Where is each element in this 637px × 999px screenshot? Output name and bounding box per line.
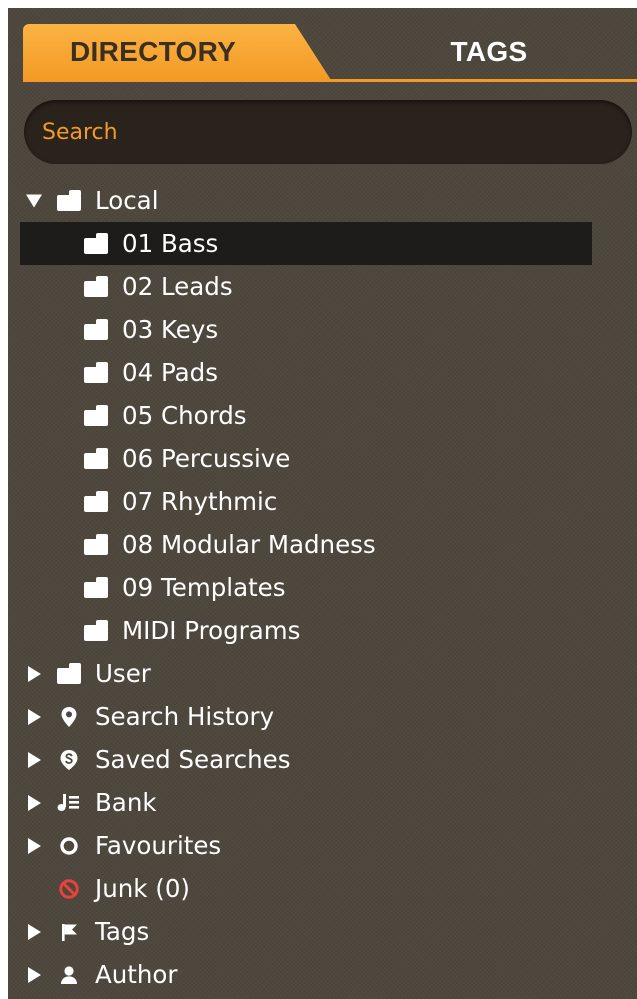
tree-item-label: 06 Percussive (122, 444, 291, 473)
folder-icon (83, 533, 109, 556)
tree-item-label: MIDI Programs (122, 616, 301, 645)
tree-item-02-leads[interactable]: 02 Leads (8, 265, 637, 308)
folder-icon (83, 361, 109, 384)
search-input[interactable] (24, 100, 632, 164)
tree-item-label: 01 Bass (122, 229, 219, 258)
bank-icon (56, 792, 82, 814)
tree-item-label: Favourites (95, 831, 222, 860)
expand-arrow-right-icon[interactable] (28, 794, 41, 811)
folder-icon (83, 490, 109, 513)
expand-arrow-right-icon[interactable] (28, 837, 41, 854)
tree-item-midi-programs[interactable]: MIDI Programs (8, 609, 637, 652)
folder-icon (83, 576, 109, 599)
folder-icon (83, 318, 109, 341)
tree-item-search-history[interactable]: Search History (8, 695, 637, 738)
tree-item-author[interactable]: Author (8, 953, 637, 996)
person-icon (56, 964, 82, 986)
tree-item-local[interactable]: Local (8, 179, 637, 222)
tree-item-08-modular-madness[interactable]: 08 Modular Madness (8, 523, 637, 566)
directory-tree: Local 01 Bass 02 Leads 03 Keys 04 Pads 0… (8, 179, 637, 996)
folder-icon (83, 232, 109, 255)
tree-item-label: Search History (95, 702, 275, 731)
tree-item-label: Junk (0) (95, 874, 190, 903)
tab-tags[interactable]: TAGS (341, 24, 637, 80)
tree-item-bank[interactable]: Bank (8, 781, 637, 824)
tree-item-07-rhythmic[interactable]: 07 Rhythmic (8, 480, 637, 523)
tree-item-user[interactable]: User (8, 652, 637, 695)
expand-arrow-right-icon[interactable] (28, 751, 41, 768)
folder-icon (83, 619, 109, 642)
folder-icon (56, 189, 82, 212)
folder-icon (83, 404, 109, 427)
tree-item-label: 02 Leads (122, 272, 233, 301)
tree-item-09-templates[interactable]: 09 Templates (8, 566, 637, 609)
tree-item-saved-searches[interactable]: Saved Searches (8, 738, 637, 781)
tree-item-label: Author (95, 960, 178, 989)
tree-item-01-bass[interactable]: 01 Bass (8, 222, 637, 265)
tree-item-label: 09 Templates (122, 573, 286, 602)
tree-item-06-percussive[interactable]: 06 Percussive (8, 437, 637, 480)
tab-underline (23, 79, 637, 82)
expand-arrow-down-icon[interactable] (26, 194, 42, 207)
prohibited-icon (56, 878, 82, 900)
tab-bar: DIRECTORY TAGS (23, 24, 637, 84)
tree-item-label: Saved Searches (95, 745, 291, 774)
saved-search-icon (56, 749, 82, 771)
expand-arrow-right-icon[interactable] (28, 665, 41, 682)
expand-arrow-right-icon[interactable] (28, 708, 41, 725)
tree-item-label: Tags (95, 917, 150, 946)
tree-item-label: 03 Keys (122, 315, 219, 344)
tree-item-05-chords[interactable]: 05 Chords (8, 394, 637, 437)
location-pin-icon (56, 706, 82, 728)
folder-icon (83, 275, 109, 298)
folder-icon (83, 447, 109, 470)
tree-item-label: Bank (95, 788, 157, 817)
circle-icon (56, 835, 82, 857)
tree-item-label: Local (95, 186, 159, 215)
tree-item-junk[interactable]: Junk (0) (8, 867, 637, 910)
tree-item-tags[interactable]: Tags (8, 910, 637, 953)
tree-item-label: 05 Chords (122, 401, 247, 430)
folder-icon (56, 662, 82, 685)
tree-item-03-keys[interactable]: 03 Keys (8, 308, 637, 351)
tree-item-label: User (95, 659, 151, 688)
flag-icon (56, 921, 82, 943)
tree-item-04-pads[interactable]: 04 Pads (8, 351, 637, 394)
tree-item-label: 08 Modular Madness (122, 530, 376, 559)
expand-arrow-right-icon[interactable] (28, 966, 41, 983)
expand-arrow-right-icon[interactable] (28, 923, 41, 940)
tree-item-label: 07 Rhythmic (122, 487, 278, 516)
tree-item-favourites[interactable]: Favourites (8, 824, 637, 867)
browser-panel: DIRECTORY TAGS Local 01 Bass 02 Leads 03… (8, 8, 637, 999)
tree-item-label: 04 Pads (122, 358, 218, 387)
tab-directory[interactable]: DIRECTORY (23, 24, 331, 80)
search-box[interactable] (24, 100, 632, 164)
